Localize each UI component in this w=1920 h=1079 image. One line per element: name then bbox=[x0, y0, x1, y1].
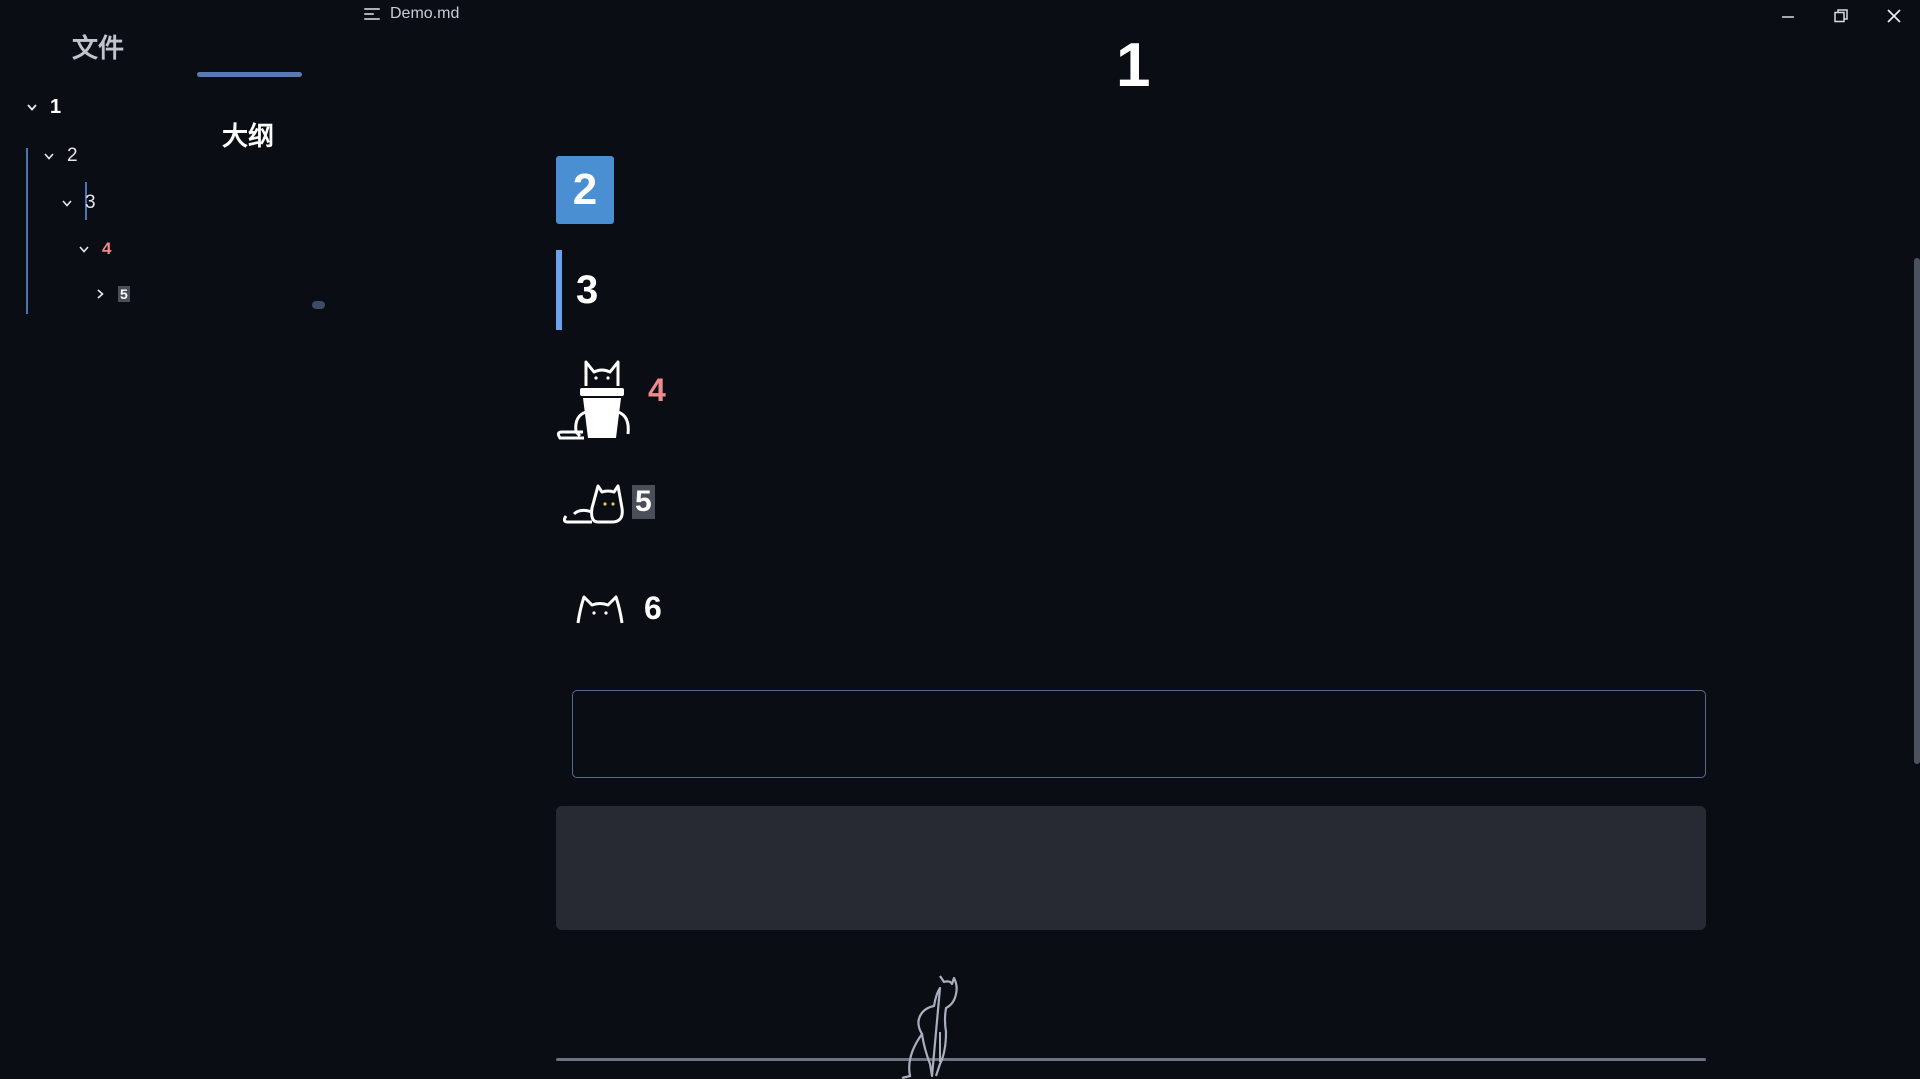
document-title-text: Demo.md bbox=[390, 5, 460, 22]
minimize-icon bbox=[1781, 16, 1794, 18]
window-controls bbox=[1761, 0, 1920, 32]
chevron-down-icon[interactable] bbox=[43, 150, 55, 162]
chevron-down-icon[interactable] bbox=[26, 102, 38, 114]
outline-item-1[interactable]: 1 bbox=[26, 96, 61, 119]
editor-scrollbar[interactable] bbox=[1914, 258, 1920, 764]
cat-ears-icon bbox=[576, 595, 624, 623]
outline-item-4[interactable]: 4 bbox=[78, 239, 111, 259]
tab-files[interactable]: 文件 bbox=[72, 26, 124, 67]
chevron-down-icon[interactable] bbox=[61, 197, 73, 209]
heading-5[interactable]: 5 bbox=[562, 478, 655, 526]
editor-content: 1 2 3 4 5 6 bbox=[556, 0, 1706, 1079]
text-input-block[interactable] bbox=[572, 690, 1706, 778]
outline-item-label: 5 bbox=[118, 286, 130, 302]
heading-4-text: 4 bbox=[648, 371, 666, 408]
chevron-down-icon[interactable] bbox=[78, 243, 90, 255]
heading-1[interactable]: 1 bbox=[1116, 30, 1150, 101]
close-button[interactable] bbox=[1867, 0, 1920, 32]
heading-4[interactable]: 4 bbox=[556, 352, 666, 440]
outline-item-5[interactable]: 5 bbox=[94, 286, 130, 302]
menu-icon[interactable] bbox=[364, 7, 382, 21]
lying-cat-icon bbox=[562, 484, 624, 524]
heading-6-text: 6 bbox=[644, 590, 662, 626]
minimize-button[interactable] bbox=[1761, 0, 1814, 32]
outline-guide-line bbox=[26, 148, 28, 314]
chevron-right-icon[interactable] bbox=[94, 288, 106, 300]
outline-item-label: 1 bbox=[50, 96, 62, 118]
outline-item-2[interactable]: 2 bbox=[43, 145, 78, 167]
heading-5-text: 5 bbox=[632, 485, 655, 519]
sidebar-scroll-thumb[interactable] bbox=[312, 301, 325, 309]
document-title[interactable]: Demo.md bbox=[364, 5, 459, 23]
sidebar: 文件 大纲 1 2 3 4 5 bbox=[0, 0, 340, 1079]
close-icon bbox=[1886, 9, 1901, 23]
outline-item-label: 4 bbox=[102, 239, 112, 258]
code-block[interactable] bbox=[556, 806, 1706, 930]
sitting-cat-icon bbox=[901, 975, 958, 1079]
outline-item-label: 3 bbox=[85, 192, 96, 213]
horizontal-rule bbox=[556, 1058, 1706, 1061]
outline-item-3[interactable]: 3 bbox=[61, 192, 96, 214]
heading-6[interactable]: 6 bbox=[574, 590, 662, 627]
cat-in-cup-icon bbox=[556, 360, 630, 440]
tab-outline[interactable]: 大纲 bbox=[222, 114, 562, 155]
outline-item-label: 2 bbox=[67, 145, 78, 166]
heading-3[interactable]: 3 bbox=[556, 250, 598, 330]
active-tab-indicator bbox=[197, 72, 302, 77]
sidebar-tabs: 文件 大纲 bbox=[0, 26, 340, 151]
restore-icon bbox=[1833, 9, 1848, 23]
heading-2[interactable]: 2 bbox=[556, 156, 614, 224]
restore-button[interactable] bbox=[1814, 0, 1867, 32]
